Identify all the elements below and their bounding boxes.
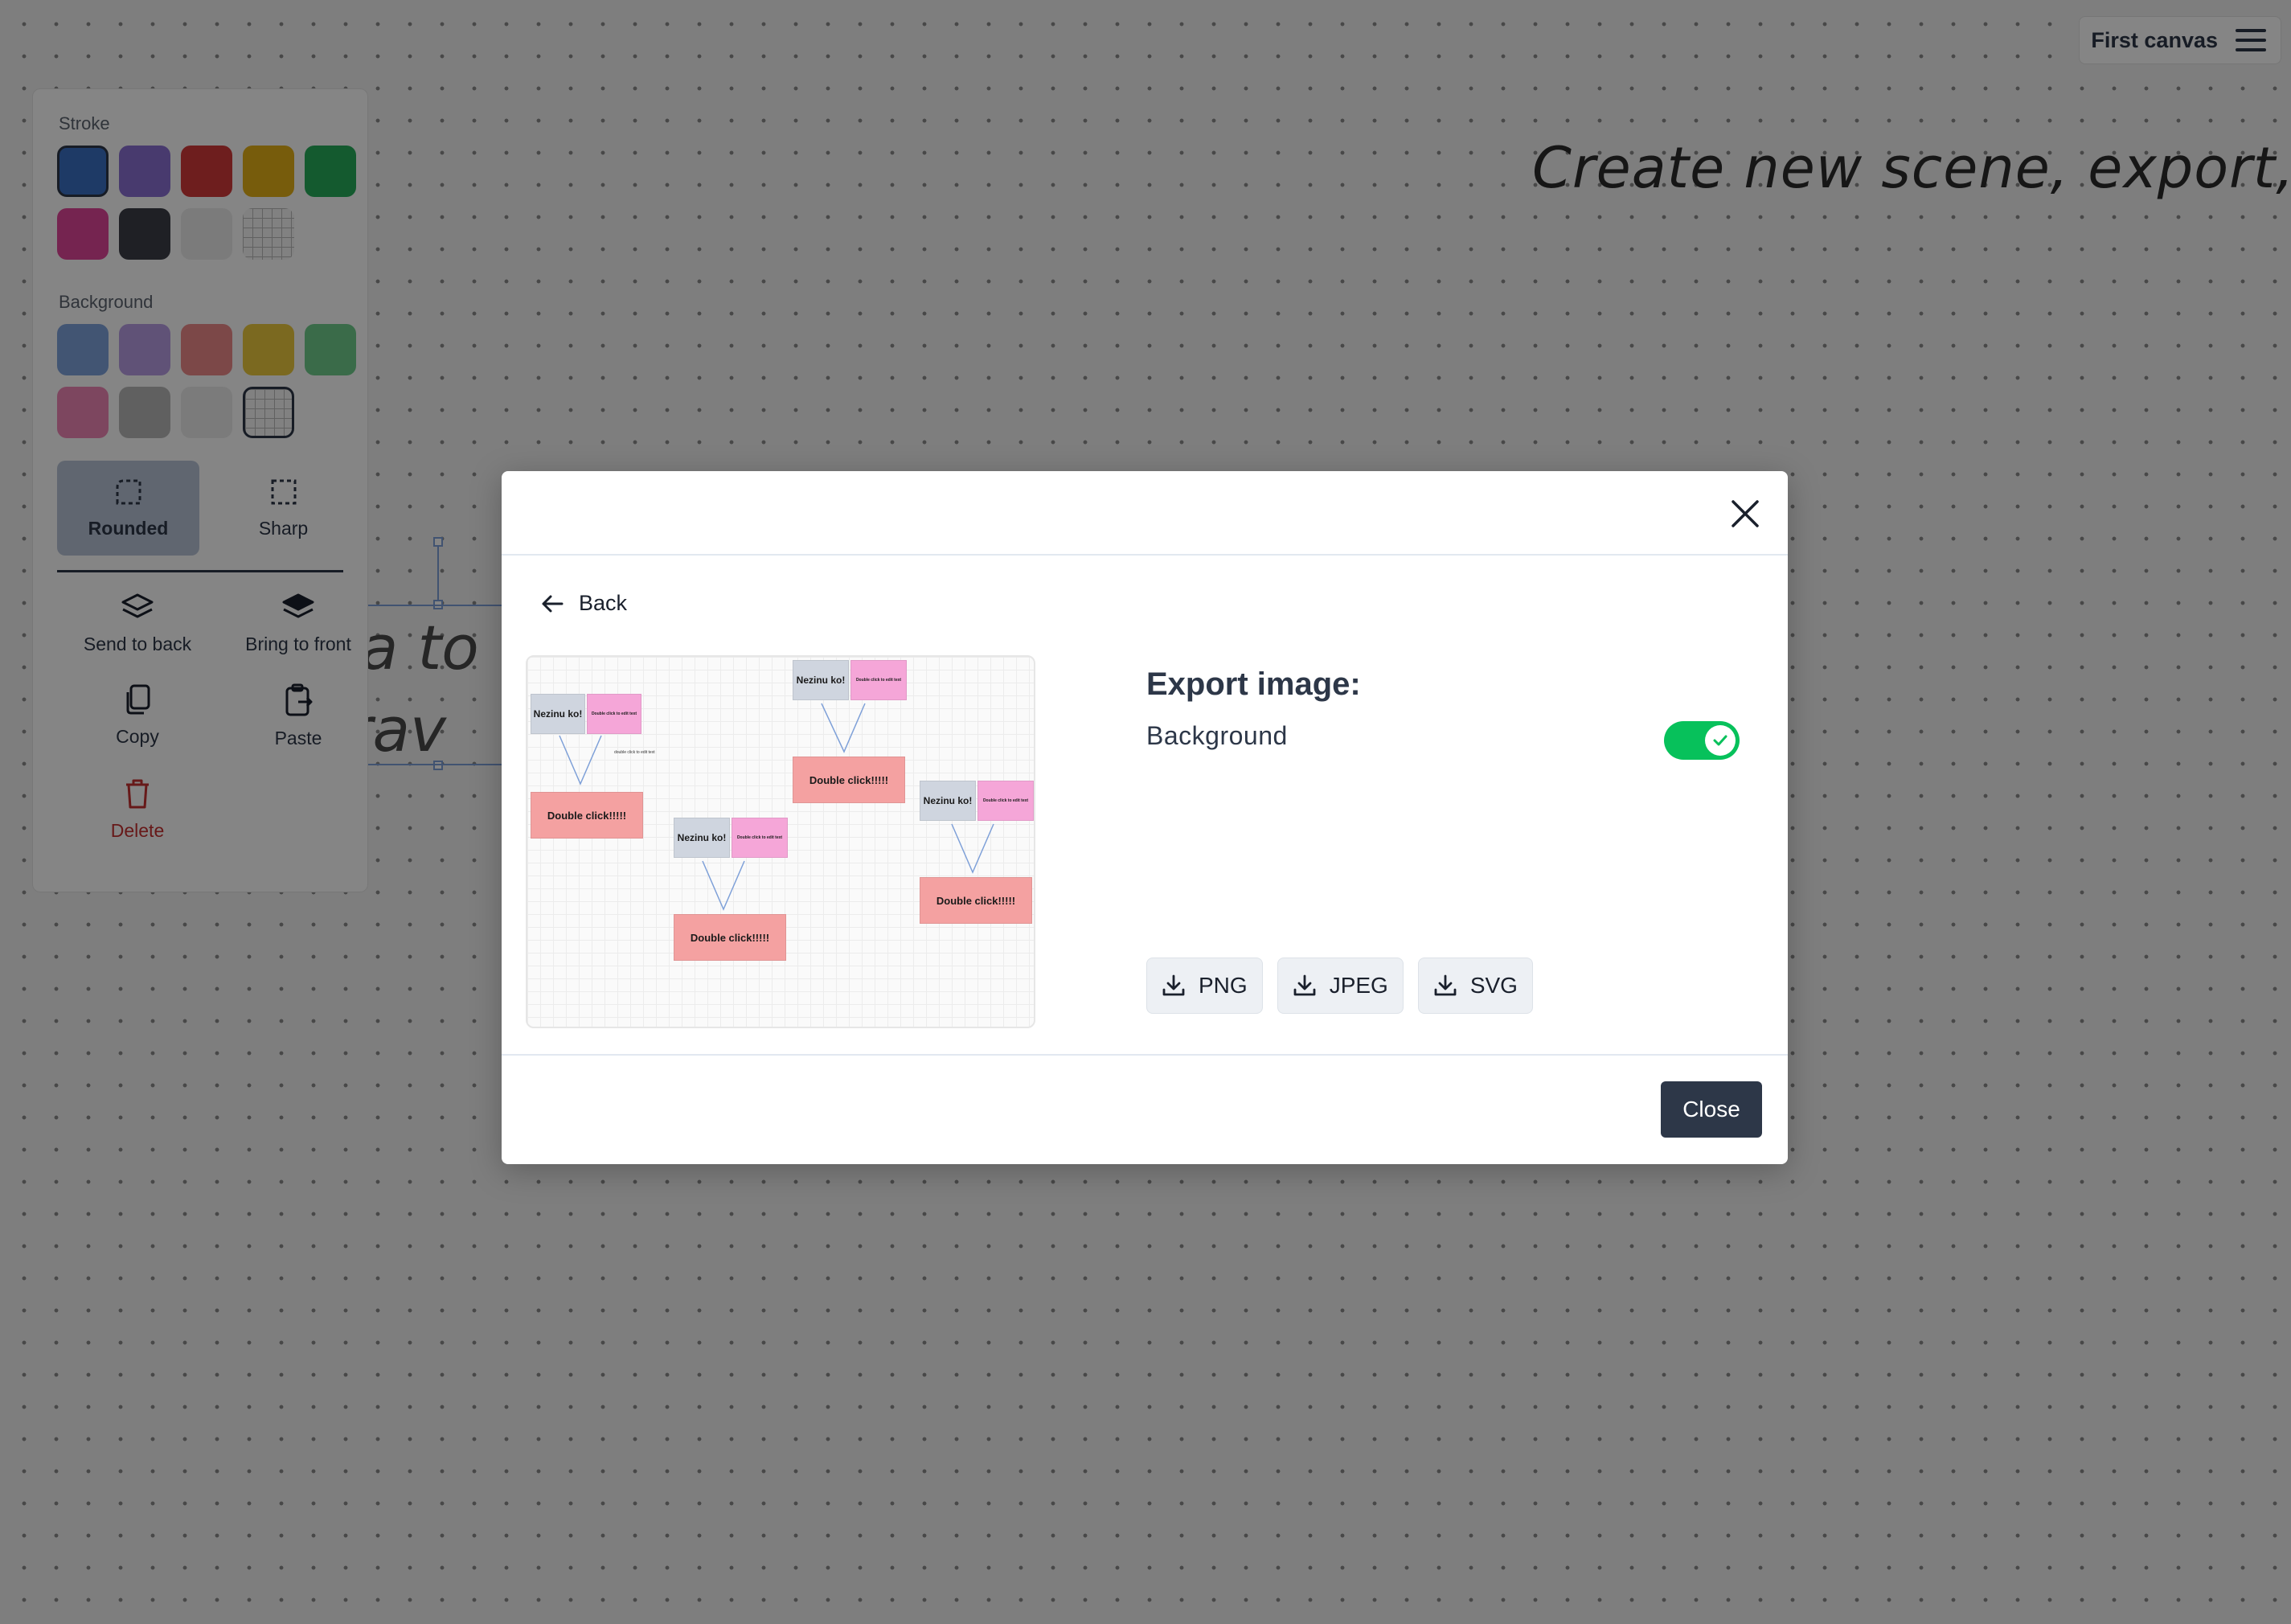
preview-node-gray: Nezinu ko! <box>920 781 976 821</box>
export-jpeg-button[interactable]: JPEG <box>1277 958 1404 1014</box>
svg-label: SVG <box>1469 973 1518 998</box>
preview-node-gray: Nezinu ko! <box>793 660 849 700</box>
back-label: Back <box>579 591 628 615</box>
preview-node-pink: Double click to edit text <box>587 694 641 734</box>
png-label: PNG <box>1199 973 1248 998</box>
download-icon <box>1162 974 1185 996</box>
export-png-button[interactable]: PNG <box>1146 958 1263 1014</box>
close-button[interactable]: Close <box>1661 1081 1762 1138</box>
preview-node-pink: Double click to edit text <box>977 781 1034 821</box>
export-dialog: Back Nezinu ko! Double click to edit tex… <box>502 471 1788 1164</box>
preview-tiny-text: double click to edit text <box>614 750 655 755</box>
dialog-header <box>502 471 1788 556</box>
back-button[interactable]: Back <box>540 591 627 616</box>
arrow-left-icon <box>542 595 564 612</box>
download-icon <box>1293 974 1316 996</box>
checkmark-icon <box>1713 735 1727 746</box>
close-icon[interactable] <box>1727 495 1764 532</box>
preview-node-red: Double click!!!!! <box>920 877 1032 924</box>
preview-node-pink: Double click to edit text <box>732 818 788 858</box>
preview-node-gray: Nezinu ko! <box>674 818 730 858</box>
dialog-body: Back Nezinu ko! Double click to edit tex… <box>502 556 1788 1054</box>
export-svg-button[interactable]: SVG <box>1417 958 1533 1014</box>
export-preview: Nezinu ko! Double click to edit text dou… <box>526 655 1035 1028</box>
preview-node-red: Double click!!!!! <box>531 792 643 839</box>
dialog-footer: Close <box>502 1054 1788 1164</box>
export-title: Export image: <box>1146 666 1361 702</box>
background-toggle[interactable] <box>1664 721 1740 760</box>
export-format-buttons: PNG JPEG SVG <box>1146 958 1533 1014</box>
download-icon <box>1434 974 1457 996</box>
preview-node-gray: Nezinu ko! <box>531 694 585 734</box>
preview-node-red: Double click!!!!! <box>674 914 786 961</box>
preview-node-red: Double click!!!!! <box>793 757 905 803</box>
preview-node-pink: Double click to edit text <box>850 660 907 700</box>
toggle-knob <box>1705 725 1736 756</box>
background-option-label: Background <box>1146 721 1288 750</box>
jpeg-label: JPEG <box>1329 973 1388 998</box>
